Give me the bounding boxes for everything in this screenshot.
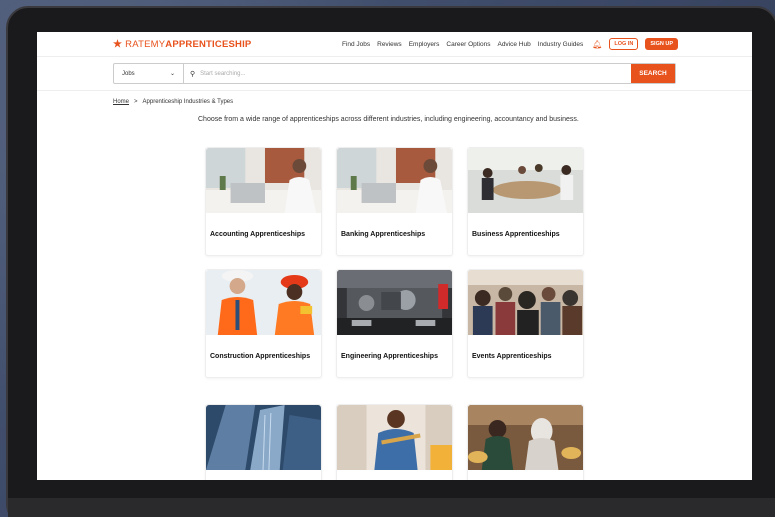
breadcrumb-home[interactable]: Home: [113, 99, 129, 105]
search-box: Jobs ⌄ ⚲ Start searching... SEARCH: [113, 63, 676, 84]
search-input[interactable]: ⚲ Start searching...: [184, 64, 631, 83]
card-image: [337, 270, 452, 335]
breadcrumb: Home > Apprenticeship Industries & Types: [113, 99, 233, 105]
nav-links: Find Jobs Reviews Employers Career Optio…: [342, 38, 678, 50]
card-title: Accounting Apprenticeships: [210, 230, 306, 238]
card-engineering[interactable]: Engineering Apprenticeships: [336, 269, 453, 378]
select-value: Jobs: [122, 70, 135, 77]
card-title: [468, 470, 583, 480]
laptop-base: [8, 498, 775, 517]
logo-name: APPRENTICESHIP: [165, 38, 252, 50]
breadcrumb-current: Apprenticeship Industries & Types: [142, 99, 234, 105]
top-navigation: ★ RATEMY APPRENTICESHIP Find Jobs Reviews…: [37, 32, 752, 56]
card-construction[interactable]: Construction Apprenticeships: [205, 269, 322, 378]
nav-reviews[interactable]: Reviews: [377, 41, 402, 48]
breadcrumb-separator: >: [134, 99, 138, 105]
search-category-select[interactable]: Jobs ⌄: [114, 64, 184, 83]
card-image: [206, 148, 321, 213]
card-image: [337, 148, 452, 213]
card-title: [337, 470, 452, 480]
nav-employers[interactable]: Employers: [409, 41, 440, 48]
nav-find-jobs[interactable]: Find Jobs: [342, 41, 370, 48]
card-title: [206, 470, 321, 480]
browser-screen: ★ RATEMY APPRENTICESHIP Find Jobs Reviews…: [37, 32, 752, 480]
search-icon: ⚲: [190, 70, 196, 78]
card-title: Engineering Apprenticeships: [341, 352, 438, 360]
search-button[interactable]: SEARCH: [631, 64, 675, 83]
card-title: Banking Apprenticeships: [341, 230, 426, 238]
card-image: [468, 270, 583, 335]
card-image: [468, 148, 583, 213]
chevron-down-icon: ⌄: [169, 71, 175, 77]
card-finance[interactable]: [205, 404, 322, 480]
card-title: Construction Apprenticeships: [210, 352, 311, 360]
card-hair-beauty[interactable]: [336, 404, 453, 480]
nav-career-options[interactable]: Career Options: [446, 41, 490, 48]
star-icon: ★: [113, 38, 123, 50]
card-image: [206, 270, 321, 335]
nav-industry-guides[interactable]: Industry Guides: [538, 41, 584, 48]
card-hospitality[interactable]: [467, 404, 584, 480]
login-button[interactable]: LOG IN: [609, 38, 639, 50]
card-image: [468, 405, 583, 470]
card-title: Events Apprenticeships: [472, 352, 552, 360]
search-bar-row: Jobs ⌄ ⚲ Start searching... SEARCH: [37, 56, 752, 91]
card-events[interactable]: Events Apprenticeships: [467, 269, 584, 378]
card-banking[interactable]: Banking Apprenticeships: [336, 147, 453, 256]
site-logo[interactable]: ★ RATEMY APPRENTICESHIP: [113, 39, 251, 50]
card-accounting[interactable]: Accounting Apprenticeships: [205, 147, 322, 256]
search-placeholder: Start searching...: [200, 70, 246, 77]
card-image: [337, 405, 452, 470]
card-title: Business Apprenticeships: [472, 230, 560, 238]
intro-text: Choose from a wide range of apprenticesh…: [198, 116, 579, 123]
card-business[interactable]: Business Apprenticeships: [467, 147, 584, 256]
logo-prefix: RATEMY: [125, 38, 166, 50]
nav-advice-hub[interactable]: Advice Hub: [497, 41, 530, 48]
bell-icon[interactable]: 🔔︎: [592, 40, 602, 49]
card-image: [206, 405, 321, 470]
signup-button[interactable]: SIGN UP: [645, 38, 678, 50]
